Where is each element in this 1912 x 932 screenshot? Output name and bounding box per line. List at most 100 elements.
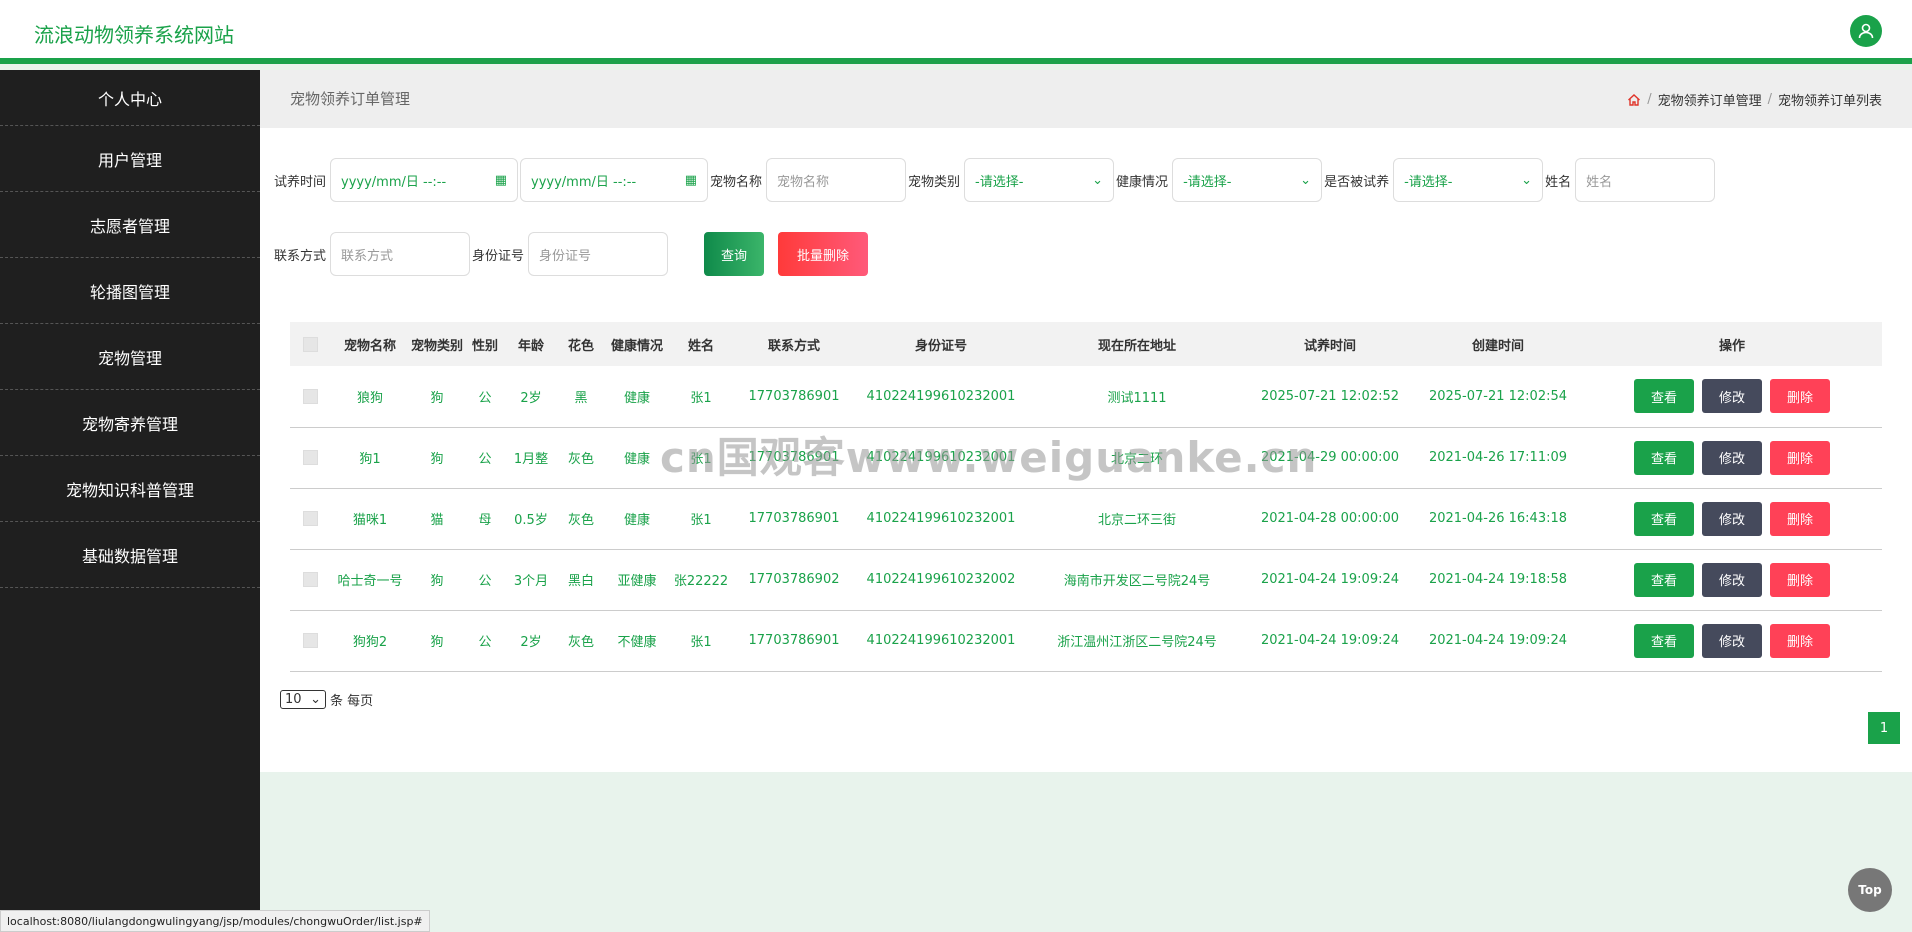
page-size-value: 10 [285, 692, 302, 707]
trial-time-end-input[interactable]: yyyy/mm/日 --:-- ▦ [520, 158, 709, 202]
table-cell: 狗 [430, 635, 444, 650]
select-all-checkbox[interactable] [302, 336, 318, 352]
placeholder: 身份证号 [539, 248, 592, 264]
table-cell: 0.5岁 [514, 513, 548, 528]
table-cell: 狗 [430, 390, 444, 406]
table-cell: 张22222 [673, 574, 729, 589]
column-header: 联系方式 [767, 338, 820, 354]
table-cell: 410224199610232001 [866, 388, 1016, 404]
table-cell: 海南市开发区二号院24号 [1063, 574, 1211, 589]
column-header: 创建时间 [1471, 338, 1524, 354]
edit-button[interactable]: 修改 [1702, 623, 1762, 658]
edit-button[interactable]: 修改 [1702, 379, 1762, 414]
table-cell: 张1 [690, 635, 712, 650]
placeholder: 宠物名称 [777, 174, 830, 190]
health-select[interactable]: -请选择- ⌄ [1172, 158, 1323, 202]
id-number-input[interactable]: 身份证号 [528, 232, 669, 276]
batch-delete-button[interactable]: 批量删除 [778, 232, 869, 276]
table-cell: 2025-07-21 12:02:52 [1260, 388, 1400, 404]
page-size-select[interactable]: 10 ⌄ [280, 690, 326, 709]
sidebar-item-basic-data[interactable]: 基础数据管理 [0, 522, 260, 588]
table-cell: 狼狗 [356, 390, 383, 406]
edit-button[interactable]: 修改 [1702, 501, 1762, 536]
trial-time-start-input[interactable]: yyyy/mm/日 --:-- ▦ [330, 158, 519, 202]
name-input[interactable]: 姓名 [1575, 158, 1716, 202]
pet-name-input[interactable]: 宠物名称 [766, 158, 907, 202]
delete-button[interactable]: 删除 [1770, 623, 1830, 658]
table-cell: 410224199610232001 [866, 511, 1016, 526]
table-cell: 黑白 [567, 574, 594, 589]
query-button[interactable]: 查询 [704, 232, 765, 276]
delete-button[interactable]: 删除 [1770, 501, 1830, 536]
column-header: 宠物类别 [410, 338, 463, 354]
sidebar-item-foster[interactable]: 宠物寄养管理 [0, 390, 260, 456]
row-checkbox[interactable] [302, 450, 318, 465]
sidebar-item-pets[interactable]: 宠物管理 [0, 324, 260, 390]
table-cell: 狗 [430, 452, 444, 467]
view-button[interactable]: 查看 [1634, 623, 1694, 658]
view-button[interactable]: 查看 [1634, 562, 1694, 597]
sidebar-item-knowledge[interactable]: 宠物知识科普管理 [0, 456, 260, 522]
view-button[interactable]: 查看 [1634, 379, 1694, 414]
edit-button[interactable]: 修改 [1702, 562, 1762, 597]
trial-status-select[interactable]: -请选择- ⌄ [1393, 158, 1544, 202]
chevron-down-icon: ⌄ [1092, 172, 1104, 188]
table-cell: 黑 [574, 390, 588, 406]
row-checkbox[interactable] [302, 572, 318, 587]
placeholder: 联系方式 [341, 248, 394, 264]
health-label: 健康情况 [1116, 174, 1169, 190]
table-header-row: 宠物名称 宠物类别 性别 年龄 花色 健康情况 姓名 联系方式 身份证号 现在所… [290, 322, 1882, 366]
sidebar-item-users[interactable]: 用户管理 [0, 126, 260, 192]
column-header: 姓名 [687, 338, 714, 354]
row-checkbox[interactable] [302, 633, 318, 648]
delete-button[interactable]: 删除 [1770, 440, 1830, 475]
top-header: 流浪动物领养系统网站 [0, 0, 1912, 64]
table-cell: 猫咪1 [352, 513, 388, 528]
table-row: 哈士奇一号 狗 公 3个月 黑白 亚健康 张22222 17703786902 41022419… [290, 549, 1882, 610]
edit-button[interactable]: 修改 [1702, 440, 1762, 475]
table-cell: 狗1 [359, 452, 381, 467]
table-cell: 灰色 [567, 513, 594, 528]
sidebar: 个人中心 用户管理 志愿者管理 轮播图管理 宠物管理 宠物寄养管理 宠物知识科普… [0, 70, 260, 932]
table-cell: 张1 [690, 513, 712, 528]
view-button[interactable]: 查看 [1634, 440, 1694, 475]
table-cell: 公 [478, 390, 492, 406]
table-cell: 17703786901 [748, 633, 840, 648]
delete-button[interactable]: 删除 [1770, 379, 1830, 414]
table-cell: 17703786901 [748, 511, 840, 526]
table-cell: 410224199610232001 [866, 633, 1016, 648]
sidebar-item-personal[interactable]: 个人中心 [0, 70, 260, 126]
breadcrumb-separator: / [1767, 92, 1772, 107]
calendar-icon: ▦ [684, 172, 698, 188]
column-header: 性别 [471, 338, 498, 354]
chevron-down-icon: ⌄ [1300, 172, 1312, 188]
table-row: 猫咪1 猫 母 0.5岁 灰色 健康 张1 17703786901 41022419961023… [290, 488, 1882, 549]
pet-type-label: 宠物类别 [908, 174, 961, 190]
breadcrumb-item-module[interactable]: 宠物领养订单管理 [1658, 90, 1762, 109]
page-number-button[interactable]: 1 [1868, 712, 1900, 744]
trial-time-label: 试养时间 [274, 174, 327, 190]
back-to-top-button[interactable]: Top [1848, 868, 1892, 912]
page-size-control: 10 ⌄ 条 每页 [280, 690, 373, 709]
sidebar-item-carousel[interactable]: 轮播图管理 [0, 258, 260, 324]
table-cell: 灰色 [567, 452, 594, 467]
user-avatar-button[interactable] [1850, 15, 1882, 47]
table-cell: 健康 [623, 390, 650, 406]
pet-type-select[interactable]: -请选择- ⌄ [964, 158, 1115, 202]
home-icon[interactable] [1627, 93, 1641, 107]
row-checkbox[interactable] [302, 388, 318, 404]
phone-input[interactable]: 联系方式 [330, 232, 471, 276]
column-header: 宠物名称 [343, 338, 396, 354]
table-cell: 公 [478, 452, 492, 467]
view-button[interactable]: 查看 [1634, 501, 1694, 536]
sidebar-item-volunteers[interactable]: 志愿者管理 [0, 192, 260, 258]
row-checkbox[interactable] [302, 511, 318, 526]
column-header: 现在所在地址 [1097, 338, 1176, 354]
table-cell: 2021-04-24 19:18:58 [1428, 572, 1568, 587]
table-cell: 2021-04-24 19:09:24 [1260, 633, 1400, 648]
table-row: 狗狗2 狗 公 2岁 灰色 不健康 张1 17703786901 410224199610232… [290, 610, 1882, 671]
delete-button[interactable]: 删除 [1770, 562, 1830, 597]
table-cell: 2025-07-21 12:02:54 [1428, 388, 1568, 404]
table-cell: 健康 [623, 513, 650, 528]
date-placeholder: yyyy/mm/日 --:-- [531, 174, 637, 190]
